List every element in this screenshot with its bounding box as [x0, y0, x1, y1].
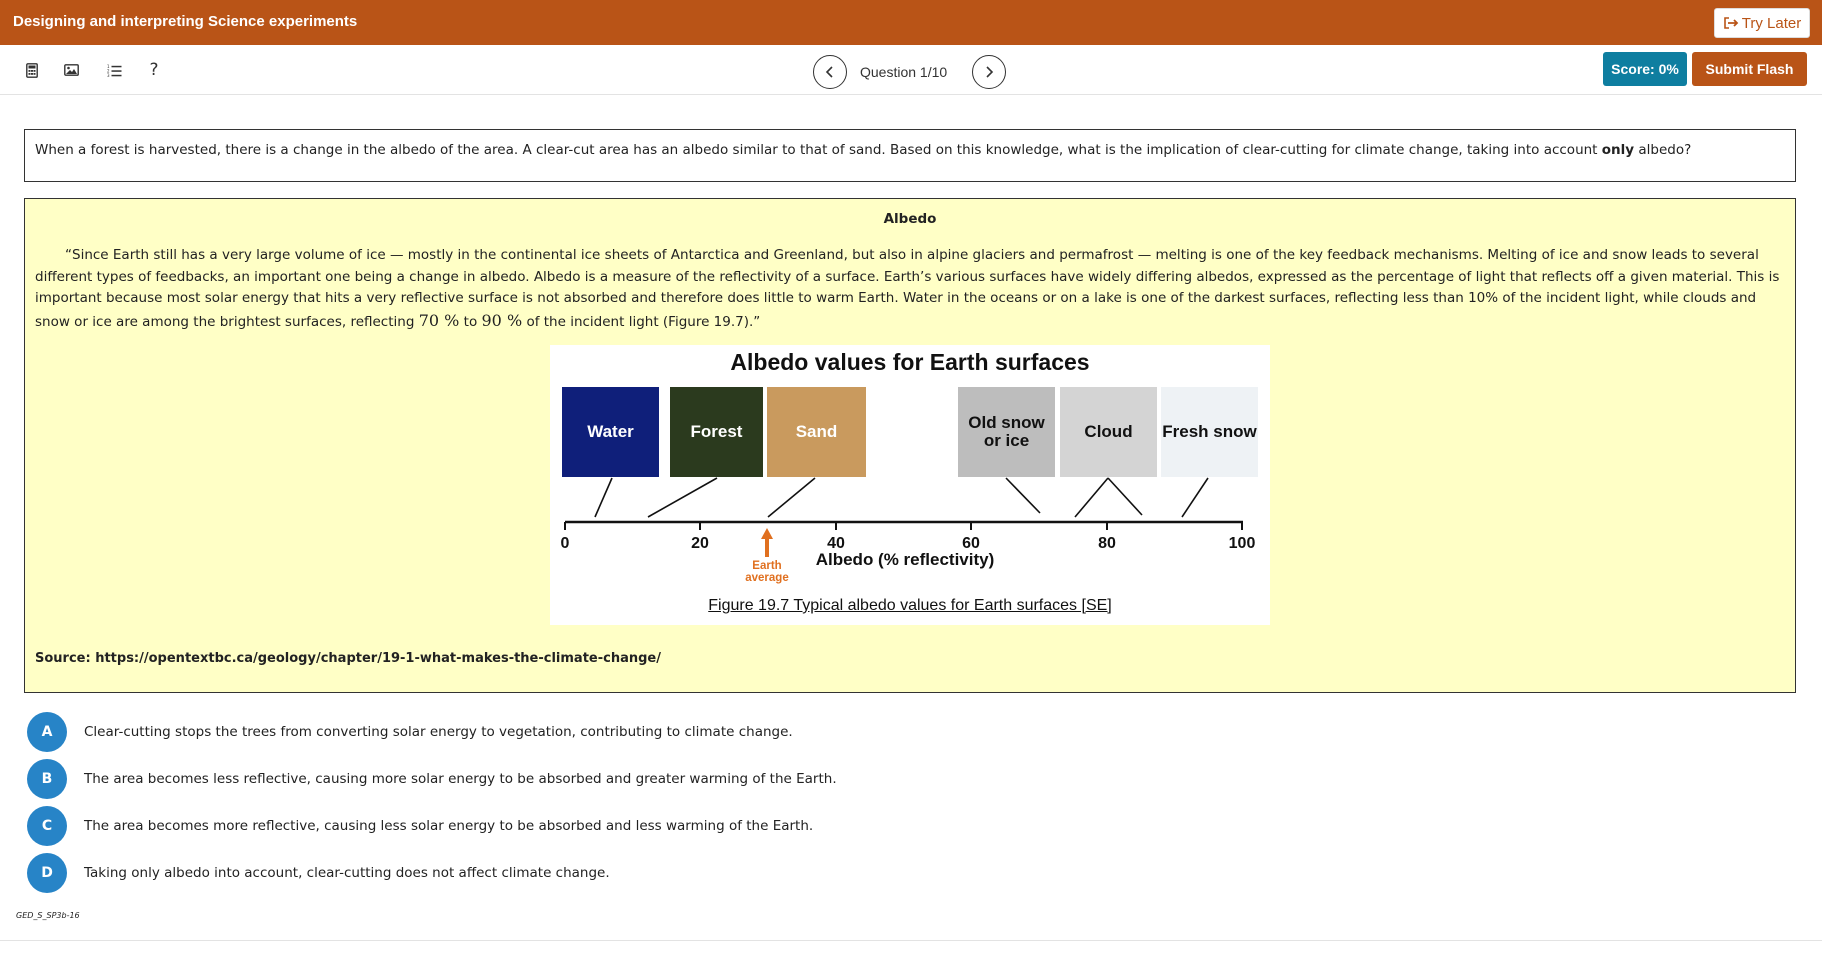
question-text-start: When a forest is harvested, there is a c…: [35, 142, 1602, 158]
previous-question-button[interactable]: [813, 55, 847, 89]
chevron-right-icon: [986, 66, 994, 78]
option-text[interactable]: Taking only albedo into account, clear-c…: [84, 865, 610, 881]
earth-average-label: Earth average: [745, 560, 788, 584]
try-later-button[interactable]: Try Later: [1714, 8, 1810, 38]
toolbar: 123 ? Question 1/10 Score: 0% Submit Fla…: [0, 45, 1822, 95]
passage-to: to: [459, 313, 482, 330]
option-text[interactable]: Clear-cutting stops the trees from conve…: [84, 724, 793, 740]
answer-option-a[interactable]: A Clear-cutting stops the trees from con…: [27, 712, 793, 752]
figure-caption: Figure 19.7 Typical albedo values for Ea…: [708, 597, 1112, 614]
earth-average-marker: Earth average: [745, 528, 789, 584]
tick-label-20: 20: [691, 535, 709, 552]
image-icon[interactable]: [60, 59, 82, 81]
albedo-figure: Albedo values for Earth surfaces Water F…: [550, 345, 1270, 625]
option-text[interactable]: The area becomes more reflective, causin…: [84, 818, 813, 834]
answer-option-c[interactable]: C The area becomes more reflective, caus…: [27, 806, 813, 846]
sign-out-icon: [1723, 17, 1739, 29]
chevron-left-icon: [825, 66, 833, 78]
tick-label-100: 100: [1229, 535, 1256, 552]
list-icon[interactable]: 123: [103, 59, 125, 81]
passage-text: “Since Earth still has a very large volu…: [35, 245, 1787, 333]
help-icon[interactable]: ?: [143, 59, 165, 81]
option-letter[interactable]: B: [27, 759, 67, 799]
passage-main: “Since Earth still has a very large volu…: [35, 247, 1780, 330]
footer-divider: [0, 940, 1822, 941]
question-counter: Question 1/10: [860, 64, 948, 80]
score-badge: Score: 0%: [1603, 52, 1687, 86]
next-question-button[interactable]: [972, 55, 1006, 89]
tick-label-80: 80: [1098, 535, 1116, 552]
up-arrow-icon: [761, 528, 773, 557]
passage-source: Source: https://opentextbc.ca/geology/ch…: [35, 651, 661, 666]
tick-label-0: 0: [561, 535, 570, 552]
help-glyph: ?: [149, 60, 159, 80]
header-bar: Designing and interpreting Science exper…: [0, 0, 1822, 45]
question-stem: When a forest is harvested, there is a c…: [24, 129, 1796, 182]
submit-flash-button[interactable]: Submit Flash: [1692, 52, 1807, 86]
passage-title: Albedo: [883, 211, 937, 227]
question-text-bold: only: [1601, 142, 1635, 158]
math-70-percent: 70 %: [418, 310, 460, 330]
calculator-icon[interactable]: [21, 59, 43, 81]
question-text-end: albedo?: [1634, 142, 1692, 158]
albedo-scale-diagram: 0 20 40 60 80 100 Albedo (% reflectivity…: [561, 477, 1256, 584]
answer-option-b[interactable]: B The area becomes less reflective, caus…: [27, 759, 837, 799]
math-90-percent: 90 %: [481, 310, 523, 330]
passage-panel: Albedo “Since Earth still has a very lar…: [24, 198, 1796, 693]
axis-label: Albedo (% reflectivity): [816, 550, 995, 569]
option-letter[interactable]: A: [27, 712, 67, 752]
connector-lines: [594, 477, 1209, 518]
option-letter[interactable]: C: [27, 806, 67, 846]
option-letter[interactable]: D: [27, 853, 67, 893]
item-code: GED_S_SP3b-16: [16, 911, 80, 920]
answer-option-d[interactable]: D Taking only albedo into account, clear…: [27, 853, 610, 893]
svg-text:3: 3: [107, 73, 110, 77]
try-later-label: Try Later: [1741, 14, 1802, 32]
page-title: Designing and interpreting Science exper…: [13, 13, 358, 30]
option-text[interactable]: The area becomes less reflective, causin…: [84, 771, 837, 787]
passage-end: of the incident light (Figure 19.7).”: [522, 313, 761, 330]
